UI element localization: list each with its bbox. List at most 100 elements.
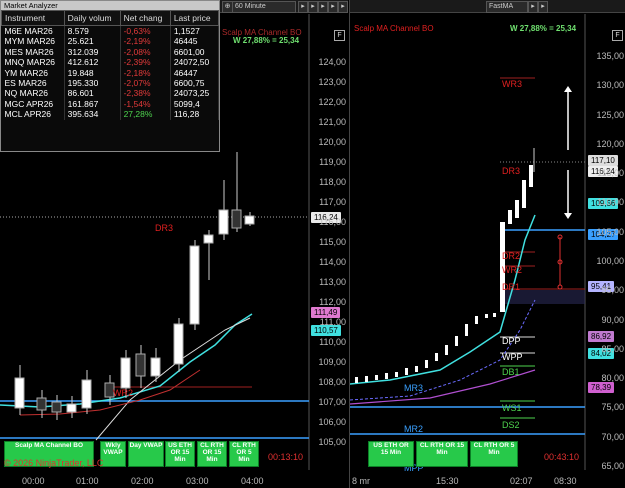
button-day-vwap[interactable]: Day VWAP [128,441,164,467]
right-chart-f-button[interactable]: F [612,30,623,41]
cell-volume: 25.621 [64,36,121,47]
table-row[interactable]: NQ MAR26 86.601 -2,38% 24073,25 [1,88,220,99]
cell-last-price: 6600,75 [170,78,220,89]
x-axis-tick: 02:00 [131,476,154,486]
cell-last-price: 24072,50 [170,57,220,68]
y-axis-tick: 115,00 [597,168,624,179]
left-label-wr2: WR2 [113,388,133,398]
right-chart-pane[interactable]: FastMA ▸ ▸ Scalp MA Channel BO W 27,88% … [349,0,625,488]
y-axis-tick: 75,00 [601,402,624,413]
right-button-cl-rth-or-5[interactable]: CL RTH OR 5 Min [470,441,518,467]
y-axis-tick: 110,00 [319,337,346,347]
cell-net-change: -2,19% [120,36,171,47]
cell-instrument: MNQ MAR26 [1,57,65,68]
column-header-volume[interactable]: Daily volum [63,10,121,26]
left-countdown: 00:13:10 [268,452,304,462]
x-axis-tick: 02:07 [510,476,533,486]
y-axis-tick: 111,00 [319,317,346,327]
cell-volume: 412.612 [64,57,121,68]
cell-volume: 19.848 [64,67,121,79]
cell-instrument: NQ MAR26 [1,88,65,99]
right-countdown: 00:43:10 [544,452,580,462]
table-row[interactable]: MGC APR26 161.867 -1,54% 5099,4 [1,98,220,110]
y-axis-tick: 115,00 [319,237,346,247]
cell-instrument: MYM MAR26 [1,36,65,47]
market-analyzer-panel[interactable]: Market Analyzer Instrument Daily volum N… [0,0,220,152]
cell-last-price: 1,1527 [170,25,220,37]
column-header-instrument[interactable]: Instrument [1,10,65,26]
left-copyright: © 2026 NinjaTrader, LLC [4,458,104,468]
cell-volume: 312.039 [64,46,121,58]
y-axis-tick: 85,00 [601,343,624,354]
table-row[interactable]: MCL APR26 395.634 27,28% 116,28 [1,109,220,120]
x-axis-tick: 01:00 [76,476,99,486]
cell-net-change: -2,38% [120,88,171,99]
button-wkly-vwap[interactable]: Wkly VWAP [100,441,126,467]
cell-net-change: 27,28% [120,109,171,120]
y-axis-tick: 116,00 [319,217,346,227]
table-row[interactable]: YM MAR26 19.848 -2,18% 46447 [1,67,220,79]
left-chart-pane[interactable]: ⊕ 60 Minute ▸ ▸ ▸ ▸ ▸ Market Analyzer In… [0,0,348,488]
right-label-mr2: MR2 [404,424,424,434]
cell-volume: 395.634 [64,109,121,120]
right-strategy-title: Scalp MA Channel BO [354,24,434,33]
column-header-last-price[interactable]: Last price [169,10,220,26]
cell-last-price: 5099,4 [170,98,220,110]
table-row[interactable]: M6E MAR26 8.579 -0,63% 1,1527 [1,25,220,37]
right-price-d: 86,92 [588,331,615,342]
cell-instrument: ES MAR26 [1,78,65,89]
button-cl-rth-or-5[interactable]: CL RTH OR 5 Min [229,441,259,467]
right-chart-canvas [350,14,586,470]
y-axis-tick: 119,00 [319,157,346,167]
right-label-wpp: WPP [502,352,523,362]
cell-net-change: -1,54% [120,98,171,110]
y-axis-tick: 95,00 [601,285,624,296]
cell-instrument: M6E MAR26 [1,25,65,37]
cell-last-price: 46445 [170,36,220,47]
cell-net-change: -2,07% [120,78,171,89]
y-axis-tick: 100,00 [596,256,624,266]
y-axis-tick: 70,00 [601,431,624,442]
left-chart-f-button[interactable]: F [334,30,345,41]
table-row[interactable]: MNQ MAR26 412.612 -2,39% 24072,50 [1,57,220,68]
x-axis-tick: 04:00 [241,476,264,486]
cell-volume: 161.867 [64,98,121,110]
button-us-eth-or[interactable]: US ETH OR 15 Min [165,441,195,467]
right-button-cl-rth-or-15[interactable]: CL RTH OR 15 Min [416,441,468,467]
right-label-wr3: WR3 [502,79,522,89]
y-axis-tick: 106,00 [318,417,346,427]
right-label-mr3: MR3 [404,383,424,393]
right-label-dr3: DR3 [502,166,521,176]
y-axis-tick: 120,00 [318,137,346,147]
y-axis-tick: 107,00 [318,397,346,407]
x-axis-tick: 03:00 [186,476,209,486]
cell-last-price: 24073,25 [170,88,220,99]
right-price-f: 78,39 [588,382,615,393]
y-axis-tick: 105,00 [318,437,346,447]
table-row[interactable]: ES MAR26 195.330 -2,07% 6600,75 [1,78,220,89]
table-row[interactable]: MES MAR26 312.039 -2,08% 6601,00 [1,46,220,58]
button-cl-rth-or-15[interactable]: CL RTH OR 15 Min [197,441,227,467]
y-axis-tick: 123,00 [318,77,346,87]
right-button-us-eth-or[interactable]: US ETH OR 15 Min [368,441,414,467]
right-w-stat: W 27,88% = 25,34 [510,24,577,33]
table-row[interactable]: MYM MAR26 25.621 -2,19% 46445 [1,36,220,47]
x-axis-tick: 08:30 [554,476,577,486]
y-axis-tick: 90,00 [601,314,624,325]
y-axis-tick: 125,00 [596,109,624,120]
right-label-dpp: DPP [502,336,521,346]
column-header-net-change[interactable]: Net chang [119,10,171,26]
right-price-top: 117,10 [588,155,618,166]
y-axis-tick: 80,00 [601,373,624,384]
cell-volume: 8.579 [64,25,121,37]
cell-last-price: 6601,00 [170,46,220,58]
y-axis-tick: 112,00 [319,297,346,307]
cell-instrument: MES MAR26 [1,46,65,58]
right-label-dr1: DR1 [502,282,521,292]
y-axis-tick: 114,00 [319,257,346,267]
y-axis-tick: 121,00 [318,117,346,127]
cell-net-change: -2,18% [120,67,171,79]
y-axis-tick: 130,00 [596,80,624,91]
market-analyzer-table: Instrument Daily volum Net chang Last pr… [1,10,220,120]
cell-net-change: -2,08% [120,46,171,58]
